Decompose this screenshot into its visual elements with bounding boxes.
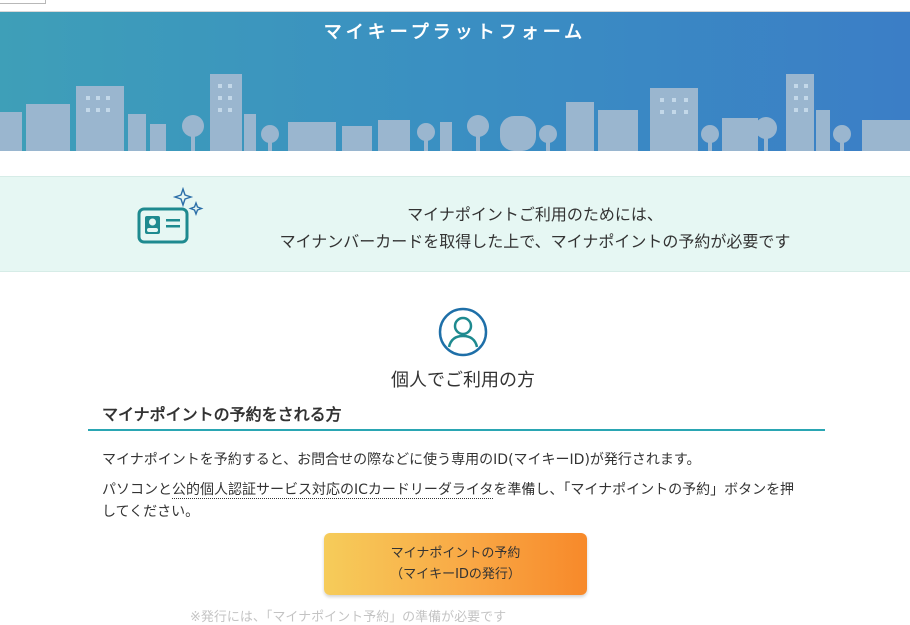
person-icon (438, 307, 488, 357)
notice-line-1: マイナポイントご利用のためには、 (407, 205, 663, 224)
card-reader-link[interactable]: 公的個人認証サービス対応のICカードリーダライタ (172, 482, 494, 499)
cta-line-1: マイナポイントの予約 (390, 546, 521, 561)
para2-prefix: パソコンと (102, 482, 172, 498)
section-paragraph-1: マイナポイントを予約すると、お問合せの際などに使う専用のID(マイキーID)が発… (102, 452, 701, 468)
city-skyline-illustration (0, 74, 910, 151)
notice-text: マイナポイントご利用のためには、 マイナンバーカードを取得した上で、マイナポイン… (190, 201, 880, 255)
section-heading: マイナポイントの予約をされる方 (88, 401, 825, 431)
strip-corner (0, 0, 46, 4)
reserve-mynapoint-button[interactable]: マイナポイントの予約 （マイキーIDの発行） (324, 533, 587, 595)
cta-line-2: （マイキーIDの発行） (390, 567, 521, 582)
notice-box: マイナポイントご利用のためには、 マイナンバーカードを取得した上で、マイナポイン… (0, 176, 910, 272)
notice-line-2: マイナンバーカードを取得した上で、マイナポイントの予約が必要です (279, 232, 791, 251)
section-paragraph-2: パソコンと公的個人認証サービス対応のICカードリーダライタを準備し、「マイナポイ… (102, 479, 802, 523)
browser-top-strip (0, 0, 910, 12)
site-title: マイキープラットフォーム (323, 22, 587, 43)
personal-use-title: 個人でご利用の方 (391, 370, 535, 391)
site-banner: マイキープラットフォーム (0, 12, 910, 151)
